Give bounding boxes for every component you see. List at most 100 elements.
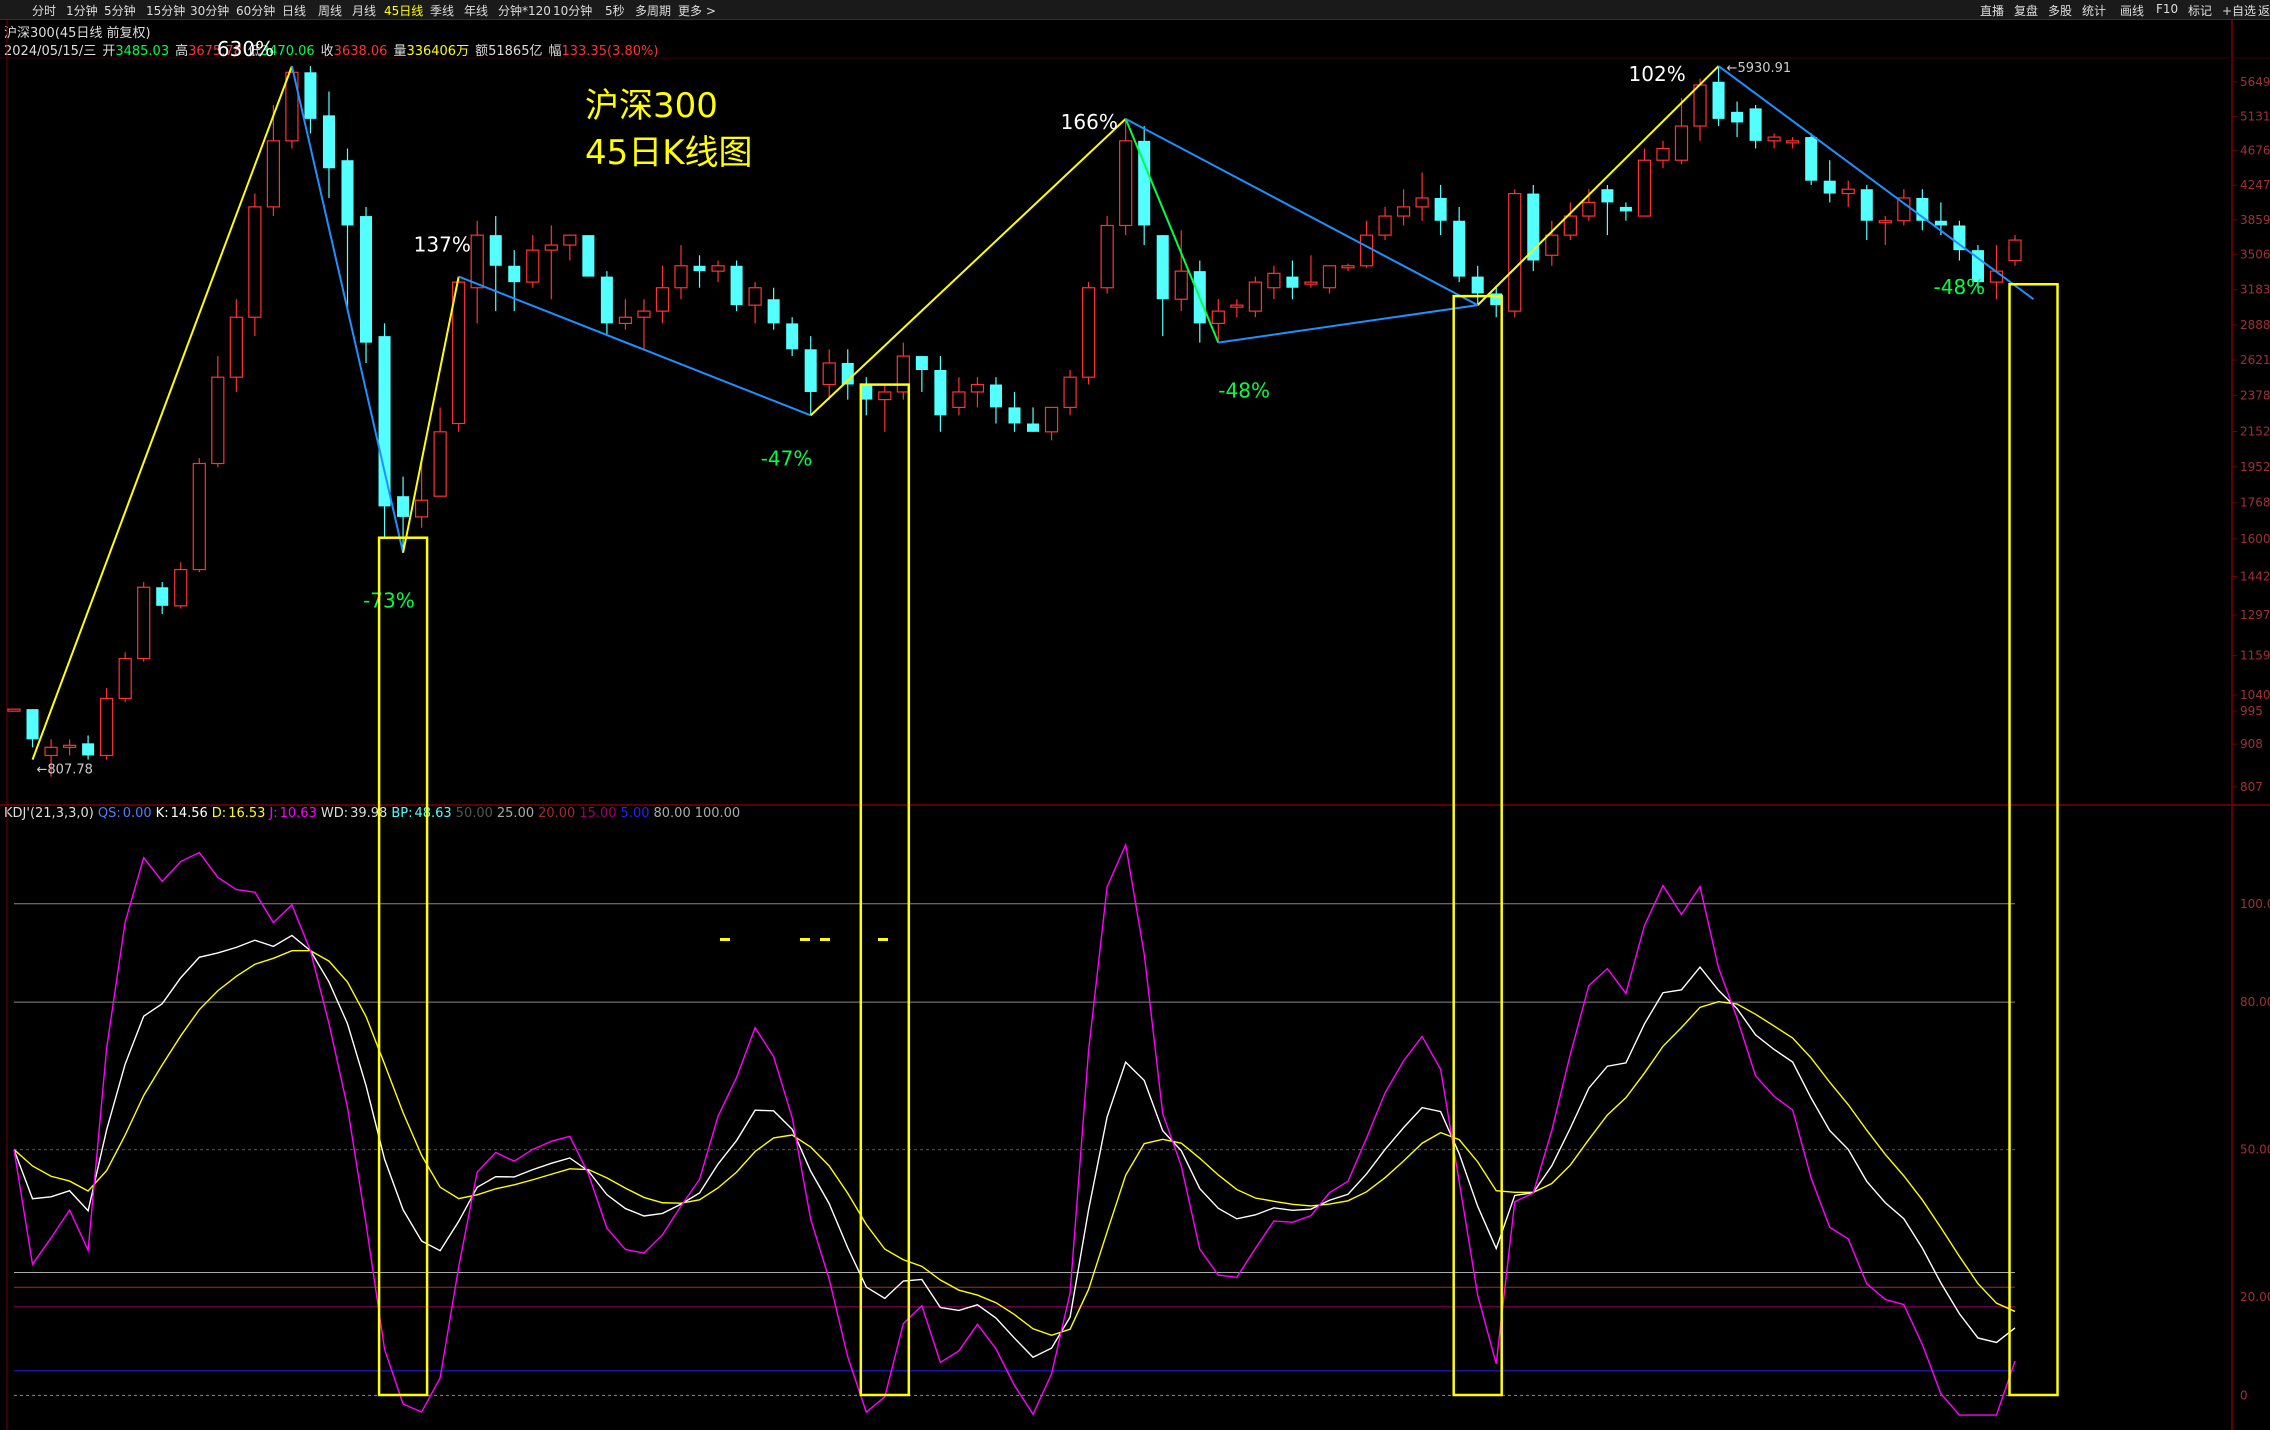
candle-body-36 [674,265,688,289]
candle-body-92 [1712,81,1725,119]
candle-body-6 [118,657,132,700]
candle-body-10 [192,462,206,571]
candle-body-53 [989,384,1002,408]
candle-body-29 [544,244,558,251]
candle-body-34 [637,310,651,318]
swing-line-1 [290,65,405,553]
candle-body-17 [322,115,335,169]
swing-line-8 [1717,65,2035,301]
kdj-tick-label-0: 100.00 [2240,897,2270,911]
candle-body-43 [804,349,817,392]
kdj-marker-1 [800,938,810,941]
candle-body-56 [1044,406,1059,433]
price-tick-label-2: 4676 [2240,143,2270,157]
candle-body-87 [1619,206,1632,212]
candle-body-104 [1934,220,1947,226]
kdj-tick-label-1: 80.00 [2240,995,2270,1009]
candle-body-35 [655,287,670,312]
candle-body-62 [1156,235,1169,300]
price-tick-label-16: 1159 [2240,649,2270,663]
highlight-box-2 [1452,294,1503,1397]
candle-body-49 [915,356,928,371]
candle-body-40 [748,287,762,306]
candle-body-76 [1415,197,1429,208]
highlight-box-3 [2008,282,2059,1397]
candle-body-74 [1378,215,1392,236]
candle-body-25 [470,234,484,289]
candle-body-41 [767,299,780,324]
candle-body-71 [1322,265,1337,289]
candle-body-83 [1545,234,1559,256]
candle-body-84 [1563,215,1577,236]
swing-line-0 [31,65,293,760]
candle-body-51 [952,391,966,408]
kdj-tick-label-2: 50.00 [2240,1143,2270,1157]
candle-body-16 [304,72,317,119]
candle-body-95 [1767,136,1781,142]
candle-body-72 [1341,265,1355,269]
kdj-marker-2 [820,938,830,941]
candle-body-2 [44,746,58,757]
price-tick-label-17: 1040 [2240,688,2270,702]
candle-body-65 [1211,310,1225,325]
candle-body-75 [1396,206,1411,217]
candle-body-59 [1100,224,1114,289]
candle-body-91 [1693,84,1707,127]
candle-body-85 [1582,201,1596,217]
candle-body-22 [414,499,429,518]
candle-body-9 [174,568,188,607]
swing-label-5: -48% [1218,379,1270,403]
candle-body-47 [878,391,892,401]
candle-body-5 [100,697,114,757]
candle-body-31 [582,235,595,277]
candle-body-8 [156,587,169,606]
highlight-box-1 [859,383,911,1397]
candle-body-79 [1471,276,1484,294]
candle-body-38 [711,265,725,272]
candle-body-7 [137,586,151,660]
candle-body-96 [1786,140,1800,144]
price-tick-label-7: 2888 [2240,318,2270,332]
candle-body-42 [786,323,799,350]
candle-body-63 [1174,270,1188,300]
candle-body-28 [526,249,540,283]
candle-body-94 [1749,108,1762,141]
candle-body-60 [1119,140,1133,227]
candle-body-108 [2008,239,2022,262]
swing-label-1: -73% [363,589,415,613]
candle-body-21 [397,496,410,517]
candle-body-98 [1823,180,1836,194]
swing-label-3: -47% [761,446,813,470]
candle-body-12 [229,316,243,378]
price-tick-label-14: 1442 [2240,570,2270,584]
candle-body-58 [1081,287,1096,378]
candle-body-100 [1860,189,1873,221]
candle-body-48 [896,355,910,393]
price-tick-label-4: 3859 [2240,213,2270,227]
candle-body-11 [211,376,225,465]
candle-body-39 [730,265,743,306]
candle-body-20 [378,336,391,507]
candle-body-99 [1841,188,1855,195]
candle-body-93 [1731,111,1744,123]
candle-body-37 [693,265,706,272]
price-tick-label-13: 1600 [2240,532,2270,546]
price-tick-label-5: 3506 [2240,248,2270,262]
candle-body-46 [860,384,873,400]
candle-body-4 [82,743,95,756]
highlight-box-0 [377,536,429,1397]
swing-line-4 [810,118,1127,417]
candle-body-73 [1359,234,1374,267]
price-tick-label-3: 4247 [2240,178,2270,192]
swing-line-2 [402,276,460,553]
price-tick-label-18: 995 [2240,704,2263,718]
candle-body-57 [1063,376,1077,408]
candle-body-88 [1637,159,1652,217]
candle-body-30 [563,234,577,246]
price-tick-label-12: 1768 [2240,496,2270,510]
price-tick-label-9: 2378 [2240,388,2270,402]
candle-body-26 [489,235,502,266]
candle-body-70 [1304,281,1318,285]
price-tick-label-11: 1952 [2240,460,2270,474]
kdj-j-line [13,842,2016,1416]
